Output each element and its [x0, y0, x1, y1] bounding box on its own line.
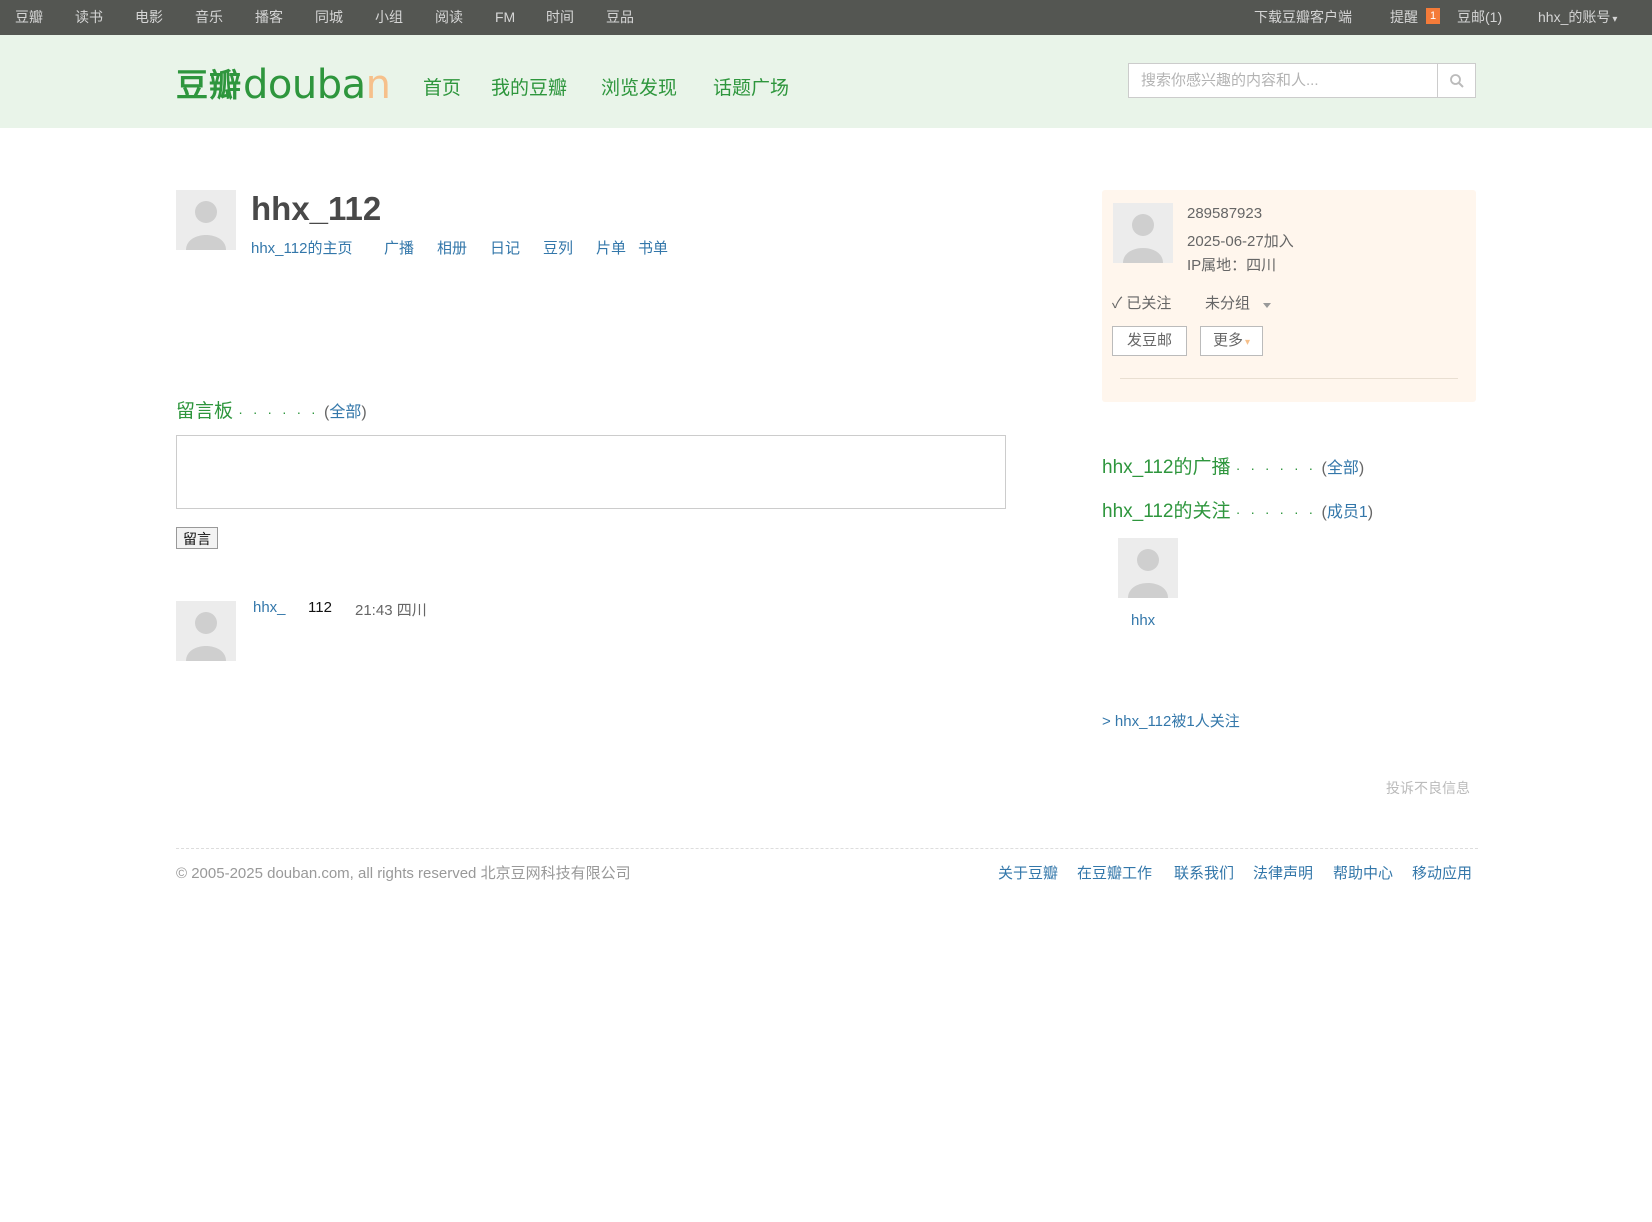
broadcast-heading: hhx_112的广播 · · · · · · (全部)	[1102, 452, 1364, 479]
following-heading: hhx_112的关注 · · · · · · (成员1)	[1102, 496, 1373, 523]
tab-broadcast[interactable]: 广播	[384, 237, 414, 258]
download-app-link[interactable]: 下载豆瓣客户端	[1254, 0, 1352, 35]
following-dots: · · · · · ·	[1235, 504, 1317, 520]
account-menu[interactable]: hhx_的账号 ▾	[1538, 0, 1617, 37]
board-heading: 留言板 · · · · · · (全部)	[176, 396, 367, 423]
broadcast-title: hhx_112的广播	[1102, 457, 1231, 478]
tab-homepage[interactable]: hhx_112的主页	[251, 237, 352, 258]
followed-by-link[interactable]: > hhx_112被1人关注	[1102, 710, 1240, 731]
global-nav-book[interactable]: 读书	[75, 0, 103, 35]
avatar-placeholder-icon	[1118, 538, 1178, 598]
comment-text: 112	[308, 599, 332, 616]
chevron-down-icon: ▾	[1245, 337, 1251, 348]
footer-about[interactable]: 关于豆瓣	[998, 862, 1058, 883]
logo-chinese: 豆瓣	[176, 66, 243, 104]
footer-contact[interactable]: 联系我们	[1174, 862, 1234, 883]
search-input[interactable]	[1128, 63, 1438, 98]
nav-home[interactable]: 首页	[423, 73, 461, 100]
footer-jobs[interactable]: 在豆瓣工作	[1077, 862, 1152, 883]
follow-state: ✓ 已关注	[1112, 295, 1172, 312]
tab-movielist[interactable]: 片单	[596, 237, 626, 258]
more-button[interactable]: 更多 ▾	[1200, 326, 1264, 356]
user-id: 289587923	[1187, 205, 1263, 222]
global-nav-fm[interactable]: FM	[495, 0, 515, 35]
global-nav-music[interactable]: 音乐	[195, 0, 223, 35]
remind-link[interactable]: 提醒	[1390, 0, 1418, 35]
board-message-input[interactable]	[176, 435, 1006, 509]
broadcast-dots: · · · · · ·	[1235, 460, 1317, 476]
card-divider	[1120, 378, 1458, 379]
global-nav-douban[interactable]: 豆瓣	[15, 0, 43, 35]
avatar-placeholder-icon	[1113, 203, 1173, 263]
send-mail-button[interactable]: 发豆邮	[1112, 326, 1188, 356]
global-nav-market[interactable]: 豆品	[606, 0, 634, 35]
user-avatar[interactable]	[176, 190, 236, 250]
nav-explore[interactable]: 浏览发现	[601, 73, 677, 100]
broadcast-all-link[interactable]: 全部	[1327, 460, 1359, 477]
info-avatar[interactable]	[1113, 203, 1173, 263]
profile-username: hhx_112	[251, 190, 382, 227]
douban-logo[interactable]: 豆瓣 douban	[176, 60, 406, 120]
avatar-placeholder-icon	[176, 601, 236, 661]
following-title: hhx_112的关注	[1102, 501, 1231, 522]
comment-avatar[interactable]	[176, 601, 236, 661]
board-dots: · · · · · ·	[238, 404, 319, 420]
user-ip: IP属地：四川	[1187, 257, 1277, 274]
search-icon	[1449, 73, 1464, 88]
paren-close: )	[1367, 504, 1374, 521]
mail-label: 豆邮	[1457, 9, 1485, 25]
footer-divider	[176, 848, 1478, 849]
group-dropdown[interactable]	[1254, 296, 1280, 314]
logo-english-main: douba	[243, 62, 366, 108]
tab-doulist[interactable]: 豆列	[543, 237, 573, 258]
user-joined: 2025-06-27加入	[1187, 233, 1294, 250]
chevron-down-icon	[1263, 303, 1271, 308]
tab-booklist[interactable]: 书单	[638, 237, 668, 258]
global-nav-time[interactable]: 时间	[546, 0, 574, 35]
paren-close: )	[361, 404, 367, 421]
following-members-link[interactable]: 成员1	[1327, 504, 1368, 521]
search-button[interactable]	[1438, 63, 1476, 98]
mail-count: (1)	[1485, 9, 1503, 25]
global-nav-bar: 豆瓣 读书 电影 音乐 播客 同城 小组 阅读 FM 时间 豆品 下载豆瓣客户端…	[0, 0, 1652, 35]
logo-english: douban	[243, 62, 391, 108]
global-nav-location[interactable]: 同城	[315, 0, 343, 35]
remind-count-badge: 1	[1426, 8, 1440, 24]
mail-link[interactable]: 豆邮(1)	[1457, 0, 1502, 35]
tab-diary[interactable]: 日记	[490, 237, 520, 258]
global-nav-read[interactable]: 阅读	[435, 0, 463, 35]
comment-meta: 21:43 四川	[355, 602, 427, 619]
broadcast-all-wrap: (全部)	[1321, 460, 1364, 477]
chevron-down-icon: ▾	[1612, 14, 1618, 25]
footer-mobile[interactable]: 移动应用	[1412, 862, 1472, 883]
account-name: hhx_的账号	[1538, 9, 1611, 25]
copyright: © 2005-2025 douban.com, all rights reser…	[176, 865, 631, 882]
paren-close: )	[1358, 460, 1365, 477]
global-nav-podcast[interactable]: 播客	[255, 0, 283, 35]
nav-mine[interactable]: 我的豆瓣	[491, 73, 567, 100]
logo-english-tail: n	[365, 62, 391, 108]
board-all-link[interactable]: 全部	[329, 404, 361, 421]
following-members-wrap: (成员1)	[1321, 504, 1373, 521]
board-all-wrap: (全部)	[324, 404, 367, 421]
board-title: 留言板	[176, 401, 234, 422]
leave-message-button[interactable]: 留言	[176, 527, 218, 549]
report-link[interactable]: 投诉不良信息	[1386, 778, 1470, 798]
footer-legal[interactable]: 法律声明	[1253, 862, 1313, 883]
more-label: 更多	[1213, 332, 1244, 349]
global-nav-group[interactable]: 小组	[375, 0, 403, 35]
following-user-link[interactable]: hhx	[1131, 612, 1155, 629]
following-avatar[interactable]	[1118, 538, 1178, 598]
group-label: 未分组	[1205, 295, 1251, 312]
nav-topics[interactable]: 话题广场	[713, 73, 789, 100]
global-nav-movie[interactable]: 电影	[135, 0, 163, 35]
tab-album[interactable]: 相册	[437, 237, 467, 258]
footer-help[interactable]: 帮助中心	[1333, 862, 1393, 883]
comment-user-link[interactable]: hhx_	[253, 599, 286, 616]
avatar-placeholder-icon	[176, 190, 236, 250]
